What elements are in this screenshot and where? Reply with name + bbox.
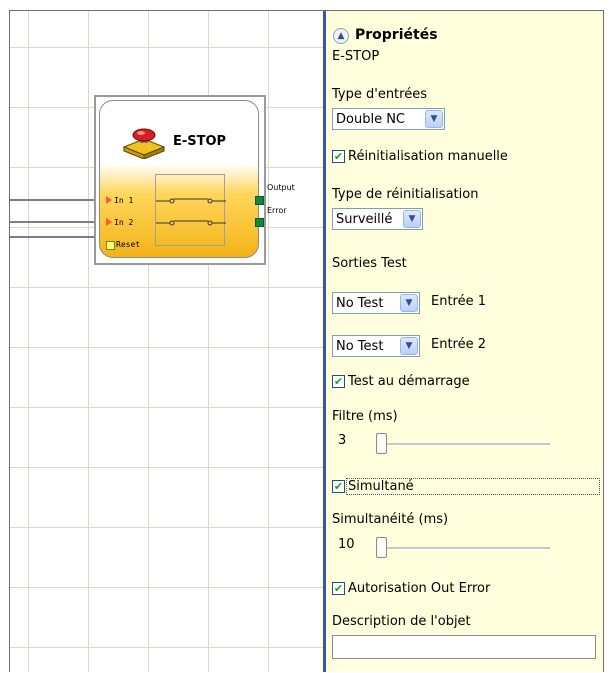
- test-output-1-value: No Test: [336, 295, 384, 311]
- input-type-select[interactable]: Double NC ▼: [332, 108, 445, 130]
- simultaneous-checkbox[interactable]: ✔: [332, 480, 345, 493]
- simultaneity-slider-thumb[interactable]: [376, 537, 387, 558]
- estop-icon: [122, 128, 166, 159]
- chevron-down-icon[interactable]: ▼: [403, 210, 421, 228]
- test-output-1-label: Entrée 1: [431, 294, 487, 309]
- startup-test-checkbox[interactable]: ✔: [332, 375, 345, 388]
- in1-port-icon[interactable]: [106, 196, 112, 204]
- diagram-canvas[interactable]: E-STOP In 1 In 2 Reset Output Error: [10, 11, 326, 672]
- collapse-chevron-up-icon[interactable]: ▲: [333, 28, 349, 44]
- chevron-down-icon[interactable]: ▼: [400, 337, 418, 355]
- test-output-1-select[interactable]: No Test ▼: [332, 292, 420, 314]
- startup-test-label: Test au démarrage: [348, 374, 470, 389]
- output-label: Output: [267, 183, 295, 192]
- chevron-down-icon[interactable]: ▼: [400, 294, 418, 312]
- simultaneous-label: Simultané: [348, 479, 414, 494]
- in2-label: In 2: [114, 218, 134, 227]
- simultaneity-slider-track[interactable]: [378, 547, 550, 550]
- startup-test-row[interactable]: ✔ Test au démarrage: [332, 374, 470, 389]
- manual-reset-row[interactable]: ✔ Réinitialisation manuelle: [332, 149, 508, 164]
- manual-reset-label: Réinitialisation manuelle: [348, 149, 508, 164]
- reset-type-select[interactable]: Surveillé ▼: [332, 208, 423, 230]
- out-error-row[interactable]: ✔ Autorisation Out Error: [332, 581, 490, 596]
- object-name: E-STOP: [332, 49, 380, 64]
- in1-label: In 1: [114, 196, 134, 205]
- wire-reset: [10, 236, 107, 238]
- reset-type-label: Type de réinitialisation: [332, 187, 479, 202]
- simultaneity-value: 10: [338, 537, 355, 552]
- filter-slider-track[interactable]: [378, 443, 550, 446]
- chevron-down-icon[interactable]: ▼: [425, 110, 443, 128]
- window-frame: E-STOP In 1 In 2 Reset Output Error ▲ Pr…: [9, 10, 604, 672]
- block-title: E-STOP: [173, 134, 227, 149]
- reset-port-icon[interactable]: [106, 241, 115, 250]
- reset-label: Reset: [116, 240, 141, 249]
- test-outputs-label: Sorties Test: [332, 256, 407, 271]
- simultaneous-row[interactable]: ✔ Simultané: [332, 479, 414, 494]
- reset-type-value: Surveillé: [336, 211, 393, 227]
- test-output-2-value: No Test: [336, 338, 384, 354]
- input-type-value: Double NC: [336, 111, 405, 127]
- filter-slider-thumb[interactable]: [376, 433, 387, 454]
- wire-in1: [10, 199, 107, 201]
- error-label: Error: [267, 206, 287, 215]
- description-label: Description de l'objet: [332, 614, 471, 629]
- simultaneity-label: Simultanéité (ms): [332, 512, 449, 527]
- panel-title: Propriétés: [355, 27, 438, 43]
- nc-contacts-icon: [156, 198, 226, 226]
- wire-in2: [10, 221, 107, 223]
- out-error-checkbox[interactable]: ✔: [332, 582, 345, 595]
- out-error-label: Autorisation Out Error: [348, 581, 491, 596]
- properties-panel: ▲ Propriétés E-STOP Type d'entrées Doubl…: [326, 11, 603, 672]
- input-type-label: Type d'entrées: [332, 87, 427, 102]
- test-output-2-label: Entrée 2: [431, 337, 487, 352]
- switch-symbol-box: [155, 174, 226, 246]
- description-input[interactable]: [332, 635, 596, 659]
- filter-label: Filtre (ms): [332, 409, 398, 424]
- output-port-icon[interactable]: [255, 196, 264, 205]
- test-output-2-select[interactable]: No Test ▼: [332, 335, 420, 357]
- filter-value: 3: [338, 433, 347, 448]
- error-port-icon[interactable]: [255, 218, 264, 227]
- manual-reset-checkbox[interactable]: ✔: [332, 150, 345, 163]
- in2-port-icon[interactable]: [106, 218, 112, 226]
